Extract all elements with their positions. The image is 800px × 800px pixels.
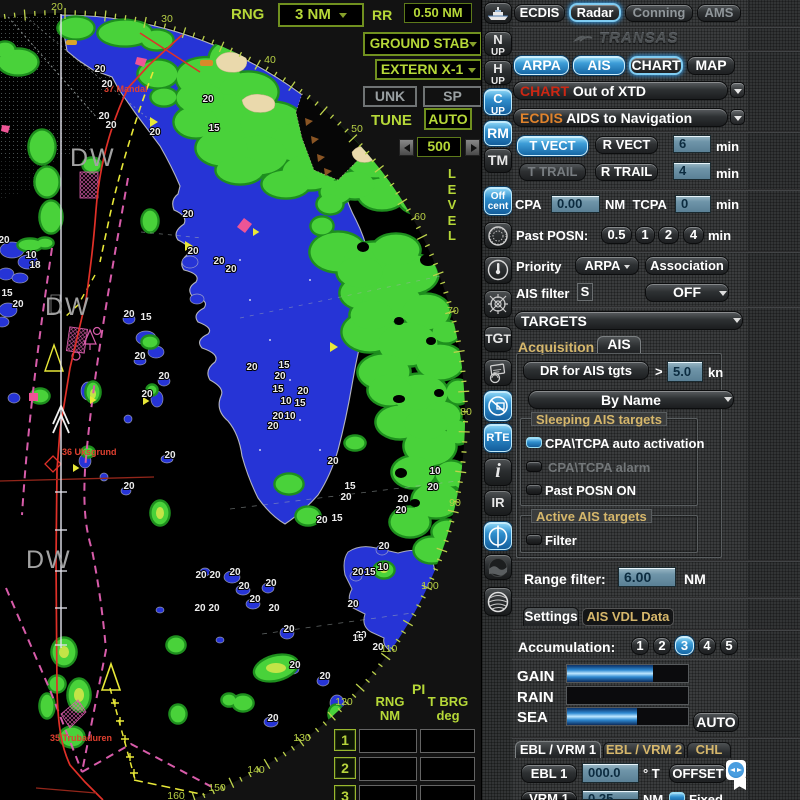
svg-text:15: 15: [352, 633, 364, 644]
svg-text:15: 15: [1, 288, 13, 299]
svg-text:20: 20: [209, 570, 221, 581]
svg-text:150: 150: [208, 782, 226, 794]
svg-text:20: 20: [12, 299, 24, 310]
svg-text:90: 90: [449, 497, 461, 509]
svg-text:20: 20: [352, 567, 364, 578]
svg-text:20: 20: [202, 94, 214, 105]
svg-text:20: 20: [265, 578, 277, 589]
svg-text:20: 20: [274, 371, 286, 382]
svg-text:10: 10: [377, 562, 389, 573]
svg-text:20: 20: [327, 456, 339, 467]
svg-text:60: 60: [414, 211, 426, 223]
svg-text:20: 20: [195, 570, 207, 581]
svg-text:120: 120: [335, 696, 353, 708]
svg-text:20: 20: [105, 120, 117, 131]
svg-text:20: 20: [94, 64, 106, 75]
svg-text:20: 20: [347, 599, 359, 610]
svg-text:20: 20: [213, 256, 225, 267]
svg-text:20: 20: [149, 127, 161, 138]
svg-text:20: 20: [267, 421, 279, 432]
svg-text:20: 20: [229, 567, 241, 578]
svg-text:20: 20: [319, 671, 331, 682]
svg-text:20: 20: [249, 594, 261, 605]
svg-text:20: 20: [187, 246, 199, 257]
svg-text:18: 18: [29, 260, 41, 271]
svg-text:15: 15: [272, 384, 284, 395]
svg-text:20: 20: [141, 389, 153, 400]
svg-text:20: 20: [208, 603, 220, 614]
svg-text:20: 20: [194, 603, 206, 614]
svg-text:20: 20: [101, 79, 113, 90]
svg-text:20: 20: [340, 492, 352, 503]
svg-text:20: 20: [164, 450, 176, 461]
svg-text:20: 20: [297, 386, 309, 397]
svg-text:20: 20: [182, 209, 194, 220]
svg-text:100: 100: [421, 580, 439, 592]
svg-text:20: 20: [134, 351, 146, 362]
svg-text:DW: DW: [70, 144, 116, 172]
svg-text:20: 20: [268, 603, 280, 614]
svg-text:20: 20: [51, 1, 63, 13]
svg-text:36 Uksgrund: 36 Uksgrund: [62, 447, 117, 457]
svg-text:10: 10: [280, 396, 292, 407]
svg-text:15: 15: [294, 398, 306, 409]
svg-text:50: 50: [351, 123, 363, 135]
svg-text:15: 15: [331, 513, 343, 524]
svg-text:160: 160: [167, 790, 185, 800]
svg-text:20: 20: [0, 235, 10, 246]
svg-text:20: 20: [289, 660, 301, 671]
svg-text:70: 70: [447, 305, 459, 317]
svg-text:20: 20: [267, 713, 279, 724]
svg-text:20: 20: [316, 515, 328, 526]
svg-text:20: 20: [397, 494, 409, 505]
svg-text:10: 10: [429, 466, 441, 477]
svg-text:10: 10: [284, 411, 296, 422]
svg-text:20: 20: [246, 362, 258, 373]
svg-text:110: 110: [381, 643, 398, 655]
svg-text:80: 80: [460, 406, 472, 418]
svg-text:15: 15: [208, 123, 220, 134]
svg-text:DW: DW: [45, 293, 91, 321]
svg-text:35 Trubaduren: 35 Trubaduren: [50, 733, 112, 743]
svg-text:15: 15: [344, 481, 356, 492]
svg-text:15: 15: [364, 567, 376, 578]
svg-text:20: 20: [283, 624, 295, 635]
svg-text:20: 20: [395, 505, 407, 516]
svg-text:40: 40: [264, 54, 276, 66]
svg-text:15: 15: [140, 312, 152, 323]
svg-text:15: 15: [278, 360, 290, 371]
svg-text:20: 20: [378, 541, 390, 552]
svg-text:20: 20: [238, 581, 250, 592]
svg-text:20: 20: [123, 481, 135, 492]
svg-text:DW: DW: [26, 546, 72, 574]
svg-text:20: 20: [427, 482, 439, 493]
svg-text:20: 20: [225, 264, 237, 275]
svg-text:20: 20: [123, 309, 135, 320]
svg-text:130: 130: [293, 732, 311, 744]
svg-text:20: 20: [158, 371, 170, 382]
svg-text:140: 140: [247, 764, 265, 776]
svg-text:30: 30: [161, 13, 173, 25]
